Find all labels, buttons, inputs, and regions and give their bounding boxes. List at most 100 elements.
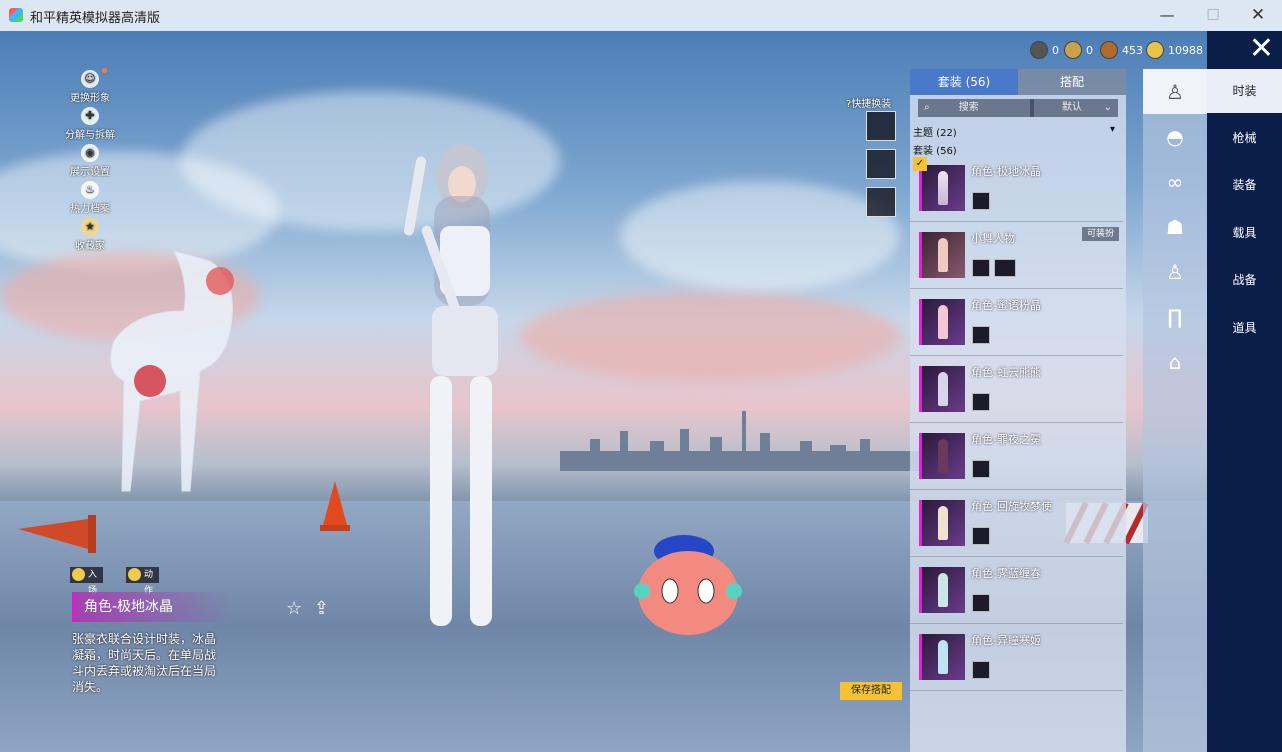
nav-combat-supplies[interactable]: 战备 bbox=[1207, 258, 1282, 302]
mini-accessory-icon bbox=[994, 259, 1016, 277]
nav-vehicles[interactable]: 载具 bbox=[1207, 211, 1282, 255]
category-outfit[interactable]: ♙ bbox=[1143, 69, 1207, 114]
currency-item: 10988 bbox=[1146, 41, 1203, 59]
category-hat[interactable]: ◓ bbox=[1143, 114, 1207, 159]
puzzle-icon: ✚ bbox=[81, 107, 99, 125]
glasses-icon: ∞ bbox=[1166, 169, 1184, 194]
category-shoes[interactable]: ⌂ bbox=[1143, 339, 1207, 384]
change-avatar-button[interactable]: ☺ 更换形象 bbox=[60, 68, 120, 104]
quick-slot-badge[interactable] bbox=[866, 149, 896, 179]
list-item[interactable]: 小舞人物 可装扮 bbox=[910, 222, 1123, 289]
heat-archive-button[interactable]: ♨ 热力档案 bbox=[60, 181, 120, 215]
save-outfit-button[interactable]: 保存搭配 bbox=[840, 682, 902, 700]
currency-value: 453 bbox=[1122, 43, 1143, 57]
quick-change-label: ?快捷换装 bbox=[846, 95, 891, 110]
favorite-star-icon[interactable]: ☆ bbox=[286, 598, 302, 619]
smile-icon bbox=[72, 568, 85, 581]
item-thumbnail bbox=[919, 433, 965, 479]
mini-figure-icon bbox=[972, 393, 990, 411]
item-thumbnail bbox=[919, 500, 965, 546]
shoes-icon: ⌂ bbox=[1168, 349, 1182, 374]
mini-figure-icon bbox=[972, 259, 990, 277]
decompose-button[interactable]: ✚ 分解与拆解 bbox=[60, 107, 120, 141]
left-menu-label: 收藏家 bbox=[75, 241, 105, 252]
cloud bbox=[520, 291, 900, 381]
item-thumbnail bbox=[919, 366, 965, 412]
character-model bbox=[403, 144, 498, 626]
list-item[interactable]: 角色-虹云熊熊 bbox=[910, 356, 1123, 423]
list-item[interactable]: ✓ 角色-极地冰晶 bbox=[910, 155, 1123, 222]
window-close-button[interactable]: ✕ bbox=[1243, 4, 1273, 26]
mini-figure-icon bbox=[972, 661, 990, 679]
section-theme[interactable]: 主题 (22) bbox=[913, 124, 957, 139]
search-input[interactable]: ⌕ 搜索 bbox=[918, 99, 1034, 117]
sort-label: 默认 bbox=[1062, 102, 1082, 113]
tab-suits[interactable]: 套装 (56) bbox=[910, 69, 1018, 95]
tab-matching[interactable]: 搭配 bbox=[1018, 69, 1126, 95]
search-icon: ⌕ bbox=[924, 102, 930, 113]
item-name: 角色-极地冰晶 bbox=[971, 165, 1041, 178]
nav-equipment[interactable]: 装备 bbox=[1207, 163, 1282, 207]
coin-bronze-icon bbox=[1100, 41, 1118, 59]
notification-dot bbox=[102, 68, 107, 73]
item-name: 角色-蜜语粉晶 bbox=[971, 299, 1041, 312]
left-menu-label: 热力档案 bbox=[70, 204, 110, 215]
mini-figure-icon bbox=[972, 192, 990, 210]
entry-action-button[interactable]: 入场 bbox=[70, 567, 104, 596]
right-nav: 时装 枪械 装备 载具 战备 道具 bbox=[1207, 69, 1282, 752]
mini-figure-icon bbox=[972, 326, 990, 344]
close-icon: ✕ bbox=[1248, 31, 1274, 66]
display-settings-button[interactable]: ◉ 展示设置 bbox=[60, 144, 120, 178]
panel-tabs: 套装 (56) 搭配 bbox=[910, 69, 1126, 95]
currency-item: 0 bbox=[1030, 41, 1059, 59]
character-name: 角色-极地冰晶 bbox=[72, 592, 234, 622]
list-item[interactable]: 角色-回旋牧梦使 bbox=[910, 490, 1123, 557]
currency-item: 0 bbox=[1064, 41, 1093, 59]
category-column: ♙ ◓ ∞ ☗ ♙ ∏ ⌂ bbox=[1143, 69, 1207, 752]
window-title: 和平精英模拟器高清版 bbox=[30, 11, 161, 26]
category-body[interactable]: ♙ bbox=[1143, 249, 1207, 294]
category-pants[interactable]: ∏ bbox=[1143, 294, 1207, 339]
flame-icon: ♨ bbox=[81, 181, 99, 199]
window-titlebar: 和平精英模拟器高清版 — ☐ ✕ bbox=[0, 0, 1282, 32]
coin-yellow-icon bbox=[1146, 41, 1164, 59]
share-icon[interactable]: ⇪ bbox=[314, 598, 329, 619]
maximize-button[interactable]: ☐ bbox=[1198, 4, 1228, 26]
item-name: 角色-罪夜之冕 bbox=[971, 433, 1041, 446]
outfit-panel: 套装 (56) 搭配 ⌕ 搜索 默认 ⌄ 主题 (22) ▾ 套装 (56) ✓… bbox=[910, 69, 1126, 752]
nav-props[interactable]: 道具 bbox=[1207, 306, 1282, 350]
category-mask[interactable]: ☗ bbox=[1143, 204, 1207, 249]
coin-gold-ring-icon bbox=[1064, 41, 1082, 59]
eye-icon: ◉ bbox=[81, 144, 99, 162]
nav-fashion[interactable]: 时装 bbox=[1207, 69, 1282, 113]
item-thumbnail bbox=[919, 634, 965, 680]
body-icon: ♙ bbox=[1166, 259, 1184, 284]
item-thumbnail bbox=[919, 165, 965, 211]
item-name: 角色-回旋牧梦使 bbox=[971, 500, 1052, 513]
avatar-icon: ☺ bbox=[81, 70, 99, 88]
cloud bbox=[620, 181, 900, 291]
chevron-down-icon[interactable]: ▾ bbox=[1110, 124, 1115, 135]
item-name: 角色-霁蓝缠春 bbox=[971, 567, 1041, 580]
item-name: 角色-虹云熊熊 bbox=[971, 366, 1041, 379]
list-item[interactable]: 角色-蜜语粉晶 bbox=[910, 289, 1123, 356]
quick-slot-character[interactable] bbox=[866, 187, 896, 217]
item-thumbnail bbox=[919, 567, 965, 613]
list-item[interactable]: 角色-霁蓝缠春 bbox=[910, 557, 1123, 624]
left-menu-label: 分解与拆解 bbox=[65, 130, 115, 141]
pants-icon: ∏ bbox=[1167, 304, 1183, 329]
minimize-button[interactable]: — bbox=[1152, 4, 1182, 26]
sort-dropdown[interactable]: 默认 ⌄ bbox=[1030, 99, 1118, 117]
motion-action-button[interactable]: 动作 bbox=[126, 567, 160, 596]
chevron-down-icon: ⌄ bbox=[1103, 102, 1112, 113]
quick-slot-outfit[interactable] bbox=[866, 111, 896, 141]
list-item[interactable]: 角色-罪夜之冕 bbox=[910, 423, 1123, 490]
item-thumbnail bbox=[919, 299, 965, 345]
close-screen-button[interactable]: ✕ bbox=[1207, 31, 1282, 69]
collector-button[interactable]: ★ 收藏家 bbox=[60, 218, 120, 252]
nav-guns[interactable]: 枪械 bbox=[1207, 116, 1282, 160]
currency-value: 0 bbox=[1052, 43, 1059, 57]
city-skyline bbox=[560, 411, 940, 471]
category-glasses[interactable]: ∞ bbox=[1143, 159, 1207, 204]
list-item[interactable]: 角色-异瞳寒姬 bbox=[910, 624, 1123, 691]
